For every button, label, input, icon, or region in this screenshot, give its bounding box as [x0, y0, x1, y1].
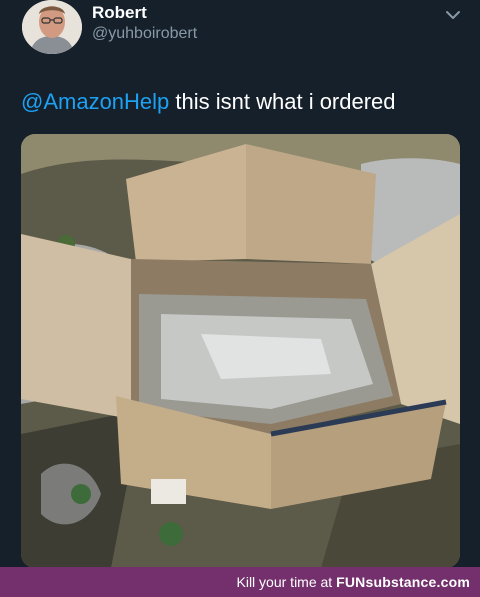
footer-text: Kill your time at FUNsubstance.com: [237, 574, 471, 590]
footer-brand[interactable]: FUNsubstance.com: [336, 574, 470, 590]
avatar[interactable]: [22, 0, 82, 54]
box-of-water-photo: [21, 134, 460, 568]
tweet-body: this isnt what i ordered: [169, 89, 396, 114]
tweet: Robert @yuhboirobert @AmazonHelp this is…: [0, 0, 480, 568]
tweet-image[interactable]: [21, 134, 460, 568]
display-name[interactable]: Robert: [92, 3, 147, 23]
watermark-footer: Kill your time at FUNsubstance.com: [0, 567, 480, 597]
avatar-photo-icon: [22, 0, 82, 54]
footer-tagline: Kill your time at: [236, 574, 337, 590]
chevron-down-icon[interactable]: [444, 8, 462, 22]
mention-link[interactable]: @AmazonHelp: [21, 89, 169, 114]
tweet-text: @AmazonHelp this isnt what i ordered: [21, 88, 396, 116]
user-handle[interactable]: @yuhboirobert: [92, 25, 197, 43]
